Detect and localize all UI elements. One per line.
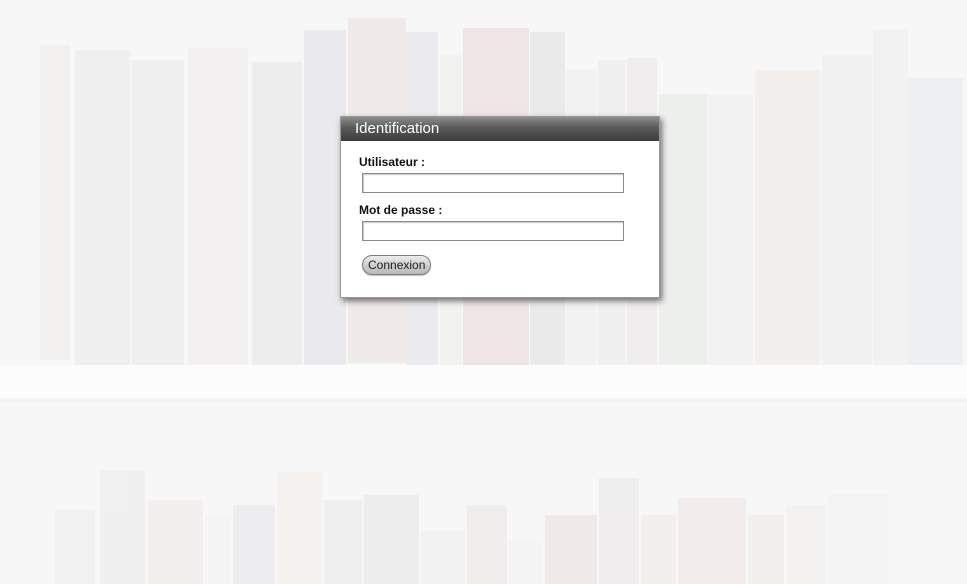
login-dialog: Identification Utilisateur : Mot de pass… (340, 116, 660, 298)
login-form: Utilisateur : Mot de passe : Connexion (341, 141, 659, 275)
password-input[interactable] (362, 221, 624, 241)
password-label: Mot de passe : (359, 203, 443, 217)
login-button[interactable]: Connexion (362, 255, 432, 275)
username-input[interactable] (362, 173, 624, 193)
dialog-title: Identification (341, 117, 659, 141)
username-label: Utilisateur : (359, 155, 426, 169)
